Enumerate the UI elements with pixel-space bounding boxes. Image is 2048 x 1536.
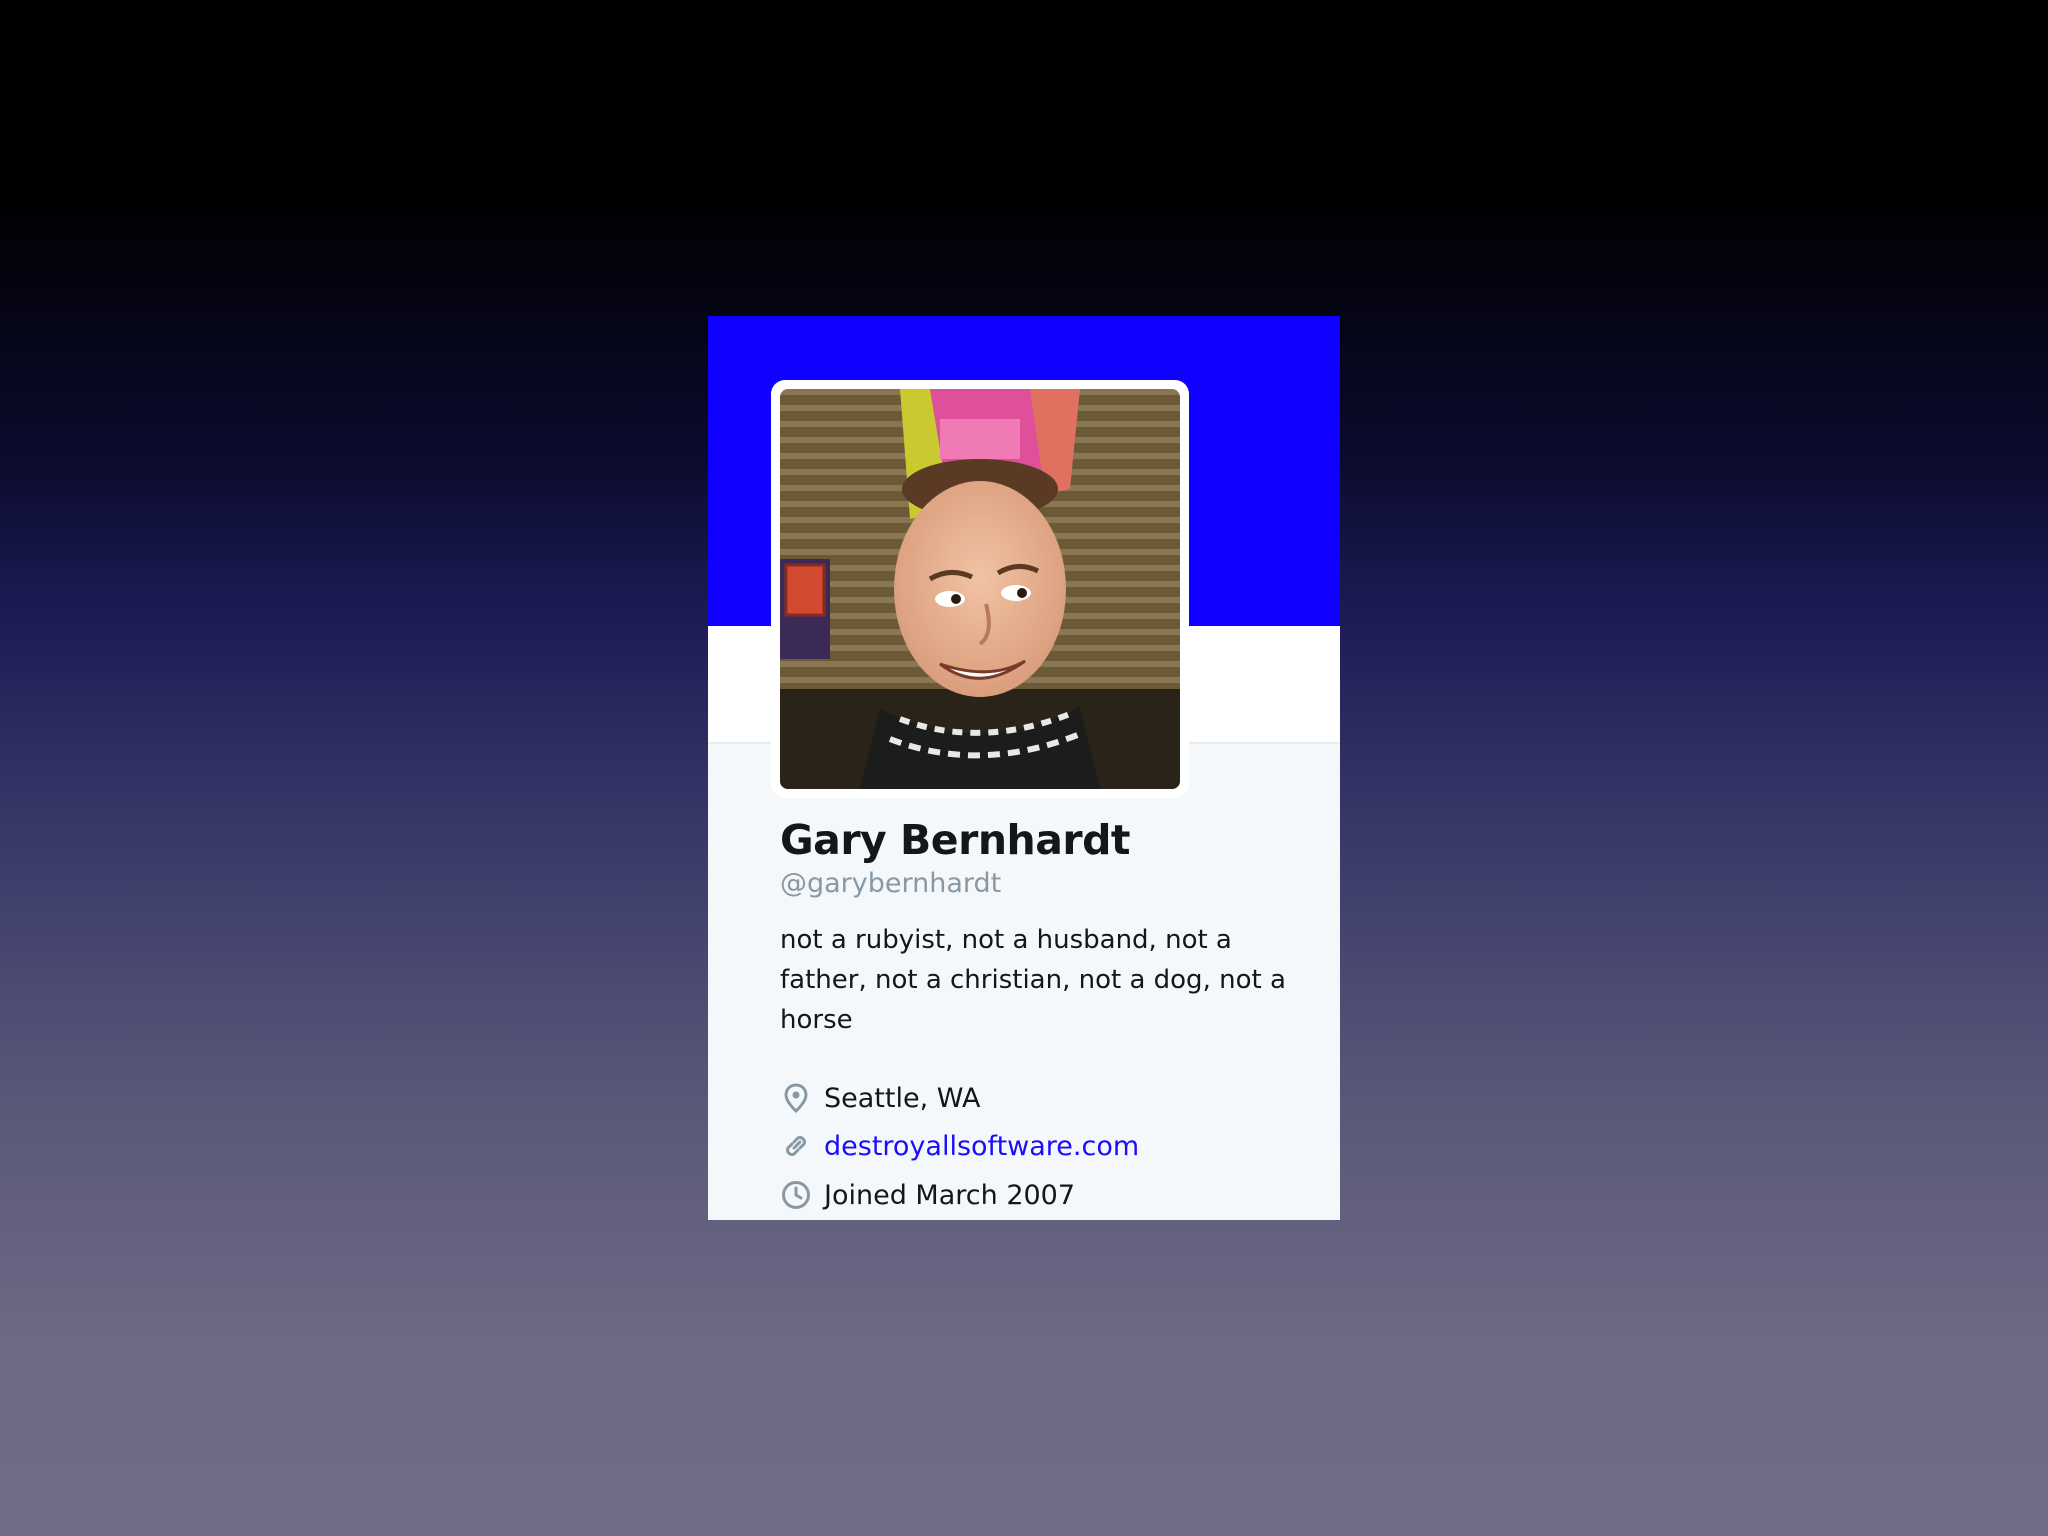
- clock-icon: [782, 1181, 810, 1209]
- location-row: Seattle, WA: [780, 1078, 980, 1118]
- profile-name[interactable]: Gary Bernhardt: [780, 816, 1131, 864]
- link-icon: [786, 1136, 806, 1156]
- profile-bio: not a rubyist, not a husband, not a fath…: [780, 925, 1286, 1035]
- map-pin-icon: [784, 1083, 808, 1114]
- avatar-frame: [771, 380, 1189, 798]
- joined-row: Joined March 2007: [780, 1175, 1075, 1215]
- website-link[interactable]: destroyallsoftware.com: [824, 1131, 1139, 1162]
- profile-card: Gary Bernhardt @garybernhardt not a ruby…: [708, 316, 1340, 1220]
- location-text: Seattle, WA: [824, 1082, 981, 1114]
- joined-text: Joined March 2007: [824, 1179, 1076, 1211]
- avatar[interactable]: [780, 389, 1180, 789]
- website-row: destroyallsoftware.com: [780, 1126, 1139, 1166]
- profile-handle[interactable]: @garybernhardt: [780, 868, 1001, 899]
